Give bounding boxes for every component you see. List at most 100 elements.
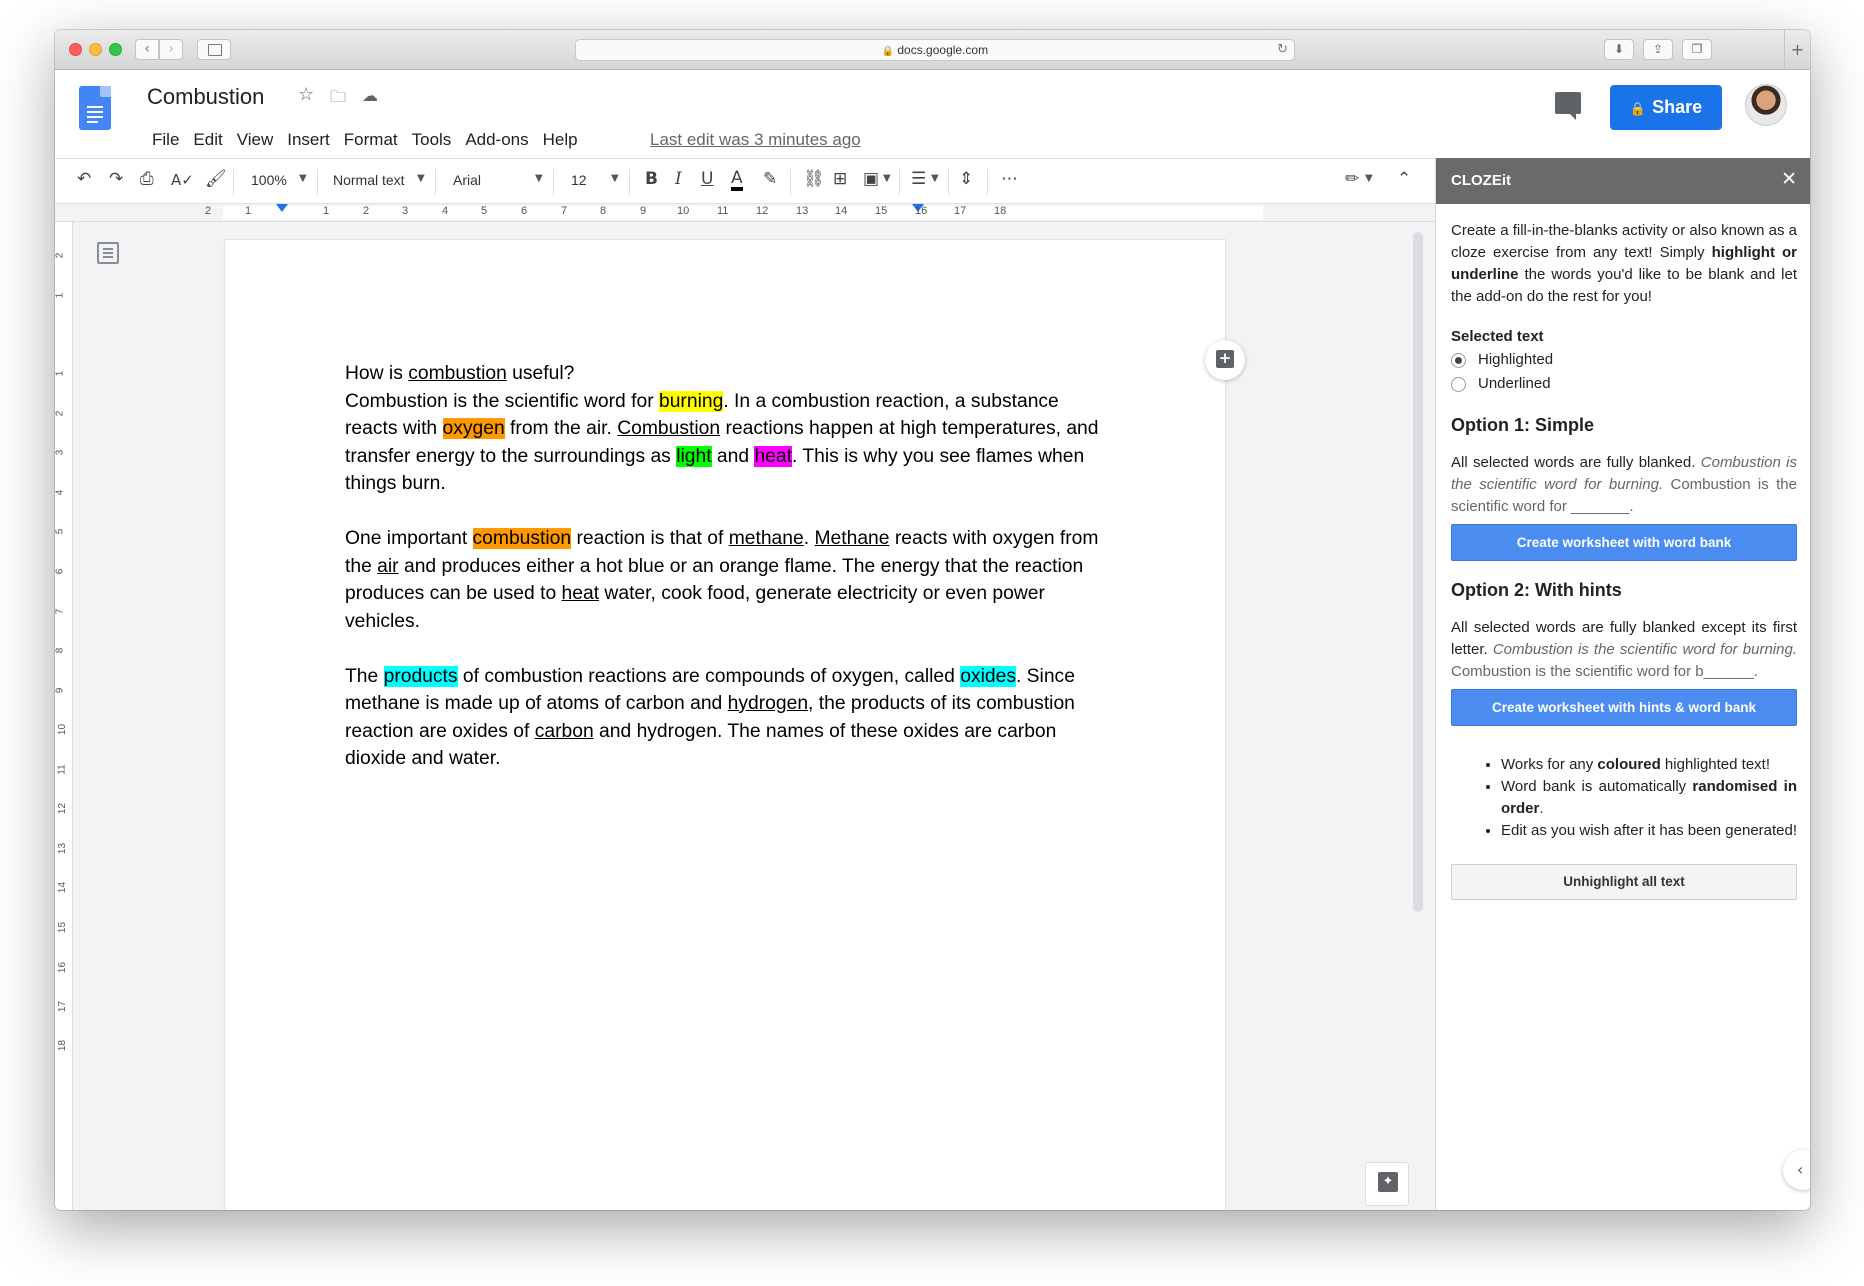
vertical-ruler[interactable]: 2 1 1 2 3 4 5 6 7 8 9 10 11 12 13 14 15 … xyxy=(55,222,73,1210)
print-icon[interactable]: ⎙ xyxy=(140,169,154,189)
redo-icon[interactable]: ↷ xyxy=(109,169,123,189)
highlighted-word: oxygen xyxy=(442,418,505,439)
cloud-icon[interactable]: ☁ xyxy=(362,86,378,105)
downloads-icon[interactable]: ⬇ xyxy=(1604,39,1634,60)
menu-format[interactable]: Format xyxy=(337,130,405,150)
align-caret-icon[interactable]: ▼ xyxy=(931,173,939,184)
folder-icon[interactable]: 🗀 xyxy=(330,86,346,113)
unhighlight-all-button[interactable]: Unhighlight all text xyxy=(1451,864,1797,900)
close-window-button[interactable] xyxy=(69,43,82,56)
new-tab-button[interactable]: + xyxy=(1784,30,1810,70)
reload-icon[interactable]: ↻ xyxy=(1277,40,1288,60)
star-icon[interactable]: ☆ xyxy=(298,84,314,105)
highlight-icon[interactable]: ✎ xyxy=(763,169,777,189)
add-comment-icon[interactable] xyxy=(1205,340,1245,380)
sidebar-title: CLOZEit xyxy=(1451,172,1511,189)
ruler-tick: 9 xyxy=(640,205,647,217)
font-select[interactable]: Arial xyxy=(453,172,481,188)
sidebar-toggle-button[interactable] xyxy=(197,39,231,60)
menu-insert[interactable]: Insert xyxy=(280,130,337,150)
bold-icon[interactable]: B xyxy=(645,169,658,189)
size-caret-icon[interactable]: ▼ xyxy=(611,173,619,184)
ruler-tick: 5 xyxy=(481,205,488,217)
align-icon[interactable]: ☰ xyxy=(911,169,926,189)
style-select[interactable]: Normal text xyxy=(333,172,405,188)
highlighted-word: light xyxy=(676,445,712,467)
feature-list: Works for any coloured highlighted text!… xyxy=(1501,754,1797,842)
document-body[interactable]: How is combustion useful? Combustion is … xyxy=(345,360,1105,800)
menu-file[interactable]: File xyxy=(145,130,186,150)
font-caret-icon[interactable]: ▼ xyxy=(535,173,543,184)
share-sheet-icon[interactable]: ⇪ xyxy=(1643,39,1673,60)
docs-logo-icon[interactable] xyxy=(79,86,111,130)
menu-edit[interactable]: Edit xyxy=(186,130,229,150)
share-label: Share xyxy=(1652,97,1703,117)
forward-button[interactable]: › xyxy=(159,39,183,60)
edit-mode-caret-icon[interactable]: ▼ xyxy=(1365,173,1373,184)
avatar[interactable] xyxy=(1745,84,1787,126)
ruler-tick: 1 xyxy=(55,292,66,299)
zoom-window-button[interactable] xyxy=(109,43,122,56)
create-word-bank-button[interactable]: Create worksheet with word bank xyxy=(1451,524,1797,561)
radio-icon[interactable] xyxy=(1451,352,1466,368)
ruler-tick: 18 xyxy=(57,1039,69,1052)
last-edit-link[interactable]: Last edit was 3 minutes ago xyxy=(650,130,861,150)
ruler-tick: 18 xyxy=(994,205,1007,217)
menu-view[interactable]: View xyxy=(230,130,281,150)
comments-icon[interactable] xyxy=(1555,92,1581,120)
explore-icon[interactable] xyxy=(1365,1162,1409,1206)
sidebar-body: Create a fill-in-the-blanks activity or … xyxy=(1451,220,1797,900)
formatting-toolbar: ↶ ↷ ⎙ A✓ 🖌 100% ▼ Normal text ▼ Arial ▼ … xyxy=(55,158,1435,204)
document-page[interactable]: How is combustion useful? Combustion is … xyxy=(225,240,1225,1210)
ruler-tick: 3 xyxy=(402,205,409,217)
radio-highlighted[interactable]: Highlighted xyxy=(1451,348,1797,372)
horizontal-ruler[interactable]: 2 1 1 2 3 4 5 6 7 8 9 10 11 12 13 14 15 … xyxy=(55,204,1435,222)
address-bar[interactable]: 🔒 docs.google.com ↻ xyxy=(575,39,1295,61)
font-size-select[interactable]: 12 xyxy=(571,172,587,188)
ruler-tick: 2 xyxy=(363,205,370,217)
minimize-window-button[interactable] xyxy=(89,43,102,56)
zoom-caret-icon[interactable]: ▼ xyxy=(299,173,307,184)
radio-icon[interactable] xyxy=(1451,376,1466,392)
document-outline-icon[interactable] xyxy=(97,242,119,264)
edit-mode-icon[interactable]: ✏ xyxy=(1345,169,1359,189)
line-spacing-icon[interactable]: ⇕ xyxy=(959,169,973,189)
spellcheck-icon[interactable]: A✓ xyxy=(171,171,194,189)
style-caret-icon[interactable]: ▼ xyxy=(417,173,425,184)
menu-help[interactable]: Help xyxy=(536,130,585,150)
more-icon[interactable]: ⋯ xyxy=(1001,169,1018,189)
share-button[interactable]: 🔒 Share xyxy=(1610,85,1722,130)
highlighted-word: combustion xyxy=(472,528,572,549)
ruler-tick: 2 xyxy=(205,205,212,217)
indent-marker[interactable] xyxy=(276,204,288,212)
create-hints-word-bank-button[interactable]: Create worksheet with hints & word bank xyxy=(1451,689,1797,726)
undo-icon[interactable]: ↶ xyxy=(77,169,91,189)
highlighted-word: heat xyxy=(754,445,792,467)
link-icon[interactable]: ⛓ xyxy=(803,169,825,189)
radio-underlined[interactable]: Underlined xyxy=(1451,372,1797,396)
comment-icon[interactable]: ⊞ xyxy=(833,169,847,189)
highlighted-word: burning xyxy=(658,390,724,412)
image-caret-icon[interactable]: ▼ xyxy=(883,173,891,184)
text-color-icon[interactable]: A xyxy=(731,169,743,191)
paint-format-icon[interactable]: 🖌 xyxy=(205,169,227,189)
ruler-tick: 13 xyxy=(57,842,69,855)
collapse-icon[interactable]: ⌃ xyxy=(1397,169,1411,189)
tabs-overview-icon[interactable]: ❐ xyxy=(1682,39,1712,60)
browser-chrome: ‹ › 🔒 docs.google.com ↻ ⬇ ⇪ ❐ + xyxy=(55,30,1810,70)
menu-addons[interactable]: Add-ons xyxy=(458,130,535,150)
menu-tools[interactable]: Tools xyxy=(405,130,459,150)
close-icon[interactable]: ✕ xyxy=(1781,168,1797,190)
ruler-tick: 10 xyxy=(57,723,69,736)
document-title[interactable]: Combustion xyxy=(147,84,264,110)
back-button[interactable]: ‹ xyxy=(135,39,159,60)
zoom-select[interactable]: 100% xyxy=(251,172,287,188)
ruler-tick: 3 xyxy=(55,449,66,456)
italic-icon[interactable]: I xyxy=(675,169,682,189)
image-icon[interactable]: ▣ xyxy=(863,169,879,189)
underline-icon[interactable]: U xyxy=(701,169,713,189)
clozeit-sidebar: CLOZEit ✕ Create a fill-in-the-blanks ac… xyxy=(1435,158,1810,1210)
scrollbar[interactable] xyxy=(1413,232,1423,912)
highlighted-word: oxides xyxy=(960,665,1016,687)
url-text: docs.google.com xyxy=(897,43,989,57)
